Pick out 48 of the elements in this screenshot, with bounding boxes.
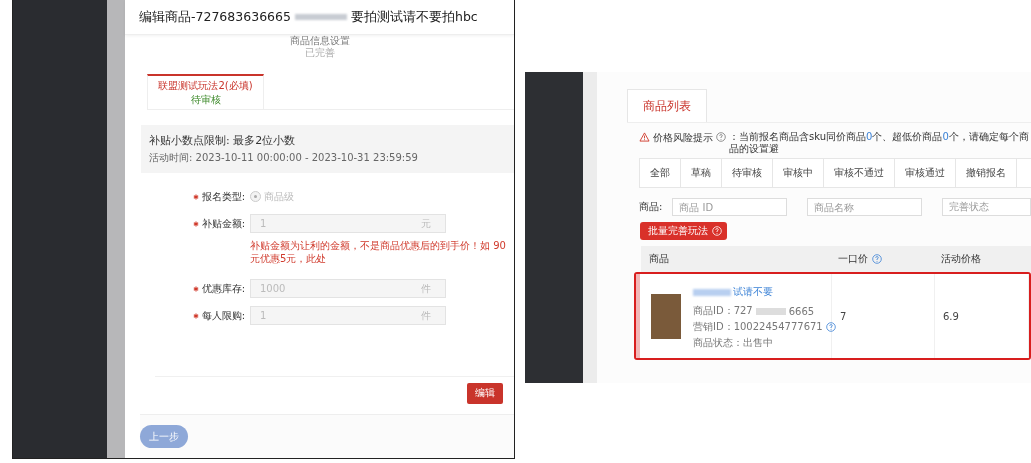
field-label: 补贴金额: <box>201 216 245 231</box>
photo-placeholder <box>651 293 681 339</box>
page-title: 编辑商品-727683636665 <box>139 8 291 26</box>
table-cell: 6.9 <box>943 310 959 322</box>
search-field[interactable]: 商品 ID <box>672 198 788 216</box>
column-header: 一口价 <box>838 252 868 266</box>
filter-label: 商品: <box>639 200 663 214</box>
column-header: 商品 <box>649 252 669 266</box>
help-icon[interactable] <box>872 254 882 264</box>
help-icon <box>712 226 722 236</box>
status-tab[interactable]: 审核通过 <box>895 159 956 187</box>
product-status: 商品状态：出售中 <box>693 336 773 350</box>
risk-label: 价格风险提示 <box>653 131 713 145</box>
field-label: 优惠库存: <box>201 281 245 296</box>
search-field[interactable]: 商品名称 <box>807 198 923 216</box>
product-id: 6665 <box>788 305 815 317</box>
status-tab[interactable]: 审核中 <box>773 159 824 187</box>
notice-rule: 补贴小数点限制: 最多2位小数 <box>149 133 297 148</box>
status-tab[interactable]: 撤销报名 <box>956 159 1017 187</box>
table-cell: 7 <box>840 310 847 322</box>
help-icon[interactable] <box>716 132 726 142</box>
status-select[interactable]: 完善状态 <box>942 198 1031 216</box>
status-tab[interactable]: 草稿 <box>681 159 722 187</box>
redacted-block <box>755 307 786 315</box>
redacted-block <box>294 14 347 20</box>
status-tab[interactable]: 全部 <box>640 159 681 187</box>
step-label: 商品信息设置 <box>289 35 350 46</box>
step-status: 已完善 <box>304 46 335 60</box>
field-label: 每人限购: <box>201 308 245 323</box>
warning-icon <box>639 132 650 142</box>
help-icon[interactable] <box>825 322 836 332</box>
status-tab[interactable]: 审核不通过 <box>824 159 895 187</box>
activity-time: 活动时间: 2023-10-11 00:00:00 - 2023-10-31 23:59:59 <box>149 151 419 165</box>
table-row[interactable]: 试请不要 商品ID：727 6665 营销ID：10022454777671 商品状态：出售中 7 6.9 <box>634 272 1031 360</box>
edit-button[interactable]: 编辑 <box>467 382 503 404</box>
list-tab[interactable]: 商品列表 <box>627 89 707 122</box>
play-tab[interactable]: 联盟测试玩法2(必填) 待审核 <box>147 74 264 109</box>
product-id: 商品ID：727 <box>693 304 753 318</box>
status-tab[interactable]: 待审核 <box>722 159 773 187</box>
marketing-id: 营销ID：10022454777671 <box>693 320 823 334</box>
field-hint: 补贴金额为让利的金额，不是商品优惠后的到手价！如 90元优惠5元，此处 <box>250 239 507 265</box>
batch-button[interactable]: 批量完善玩法 <box>640 222 727 240</box>
column-header: 活动价格 <box>941 252 981 266</box>
field-label: 报名类型: <box>201 189 245 204</box>
risk-message: ：当前报名商品含sku同价商品0个、超低价商品0个，请确定每个商品的设置避 <box>729 131 1030 155</box>
redacted-block <box>693 288 731 296</box>
product-link[interactable]: 试请不要 <box>733 285 773 299</box>
page-title: 要拍测试请不要拍hbc <box>350 8 478 26</box>
